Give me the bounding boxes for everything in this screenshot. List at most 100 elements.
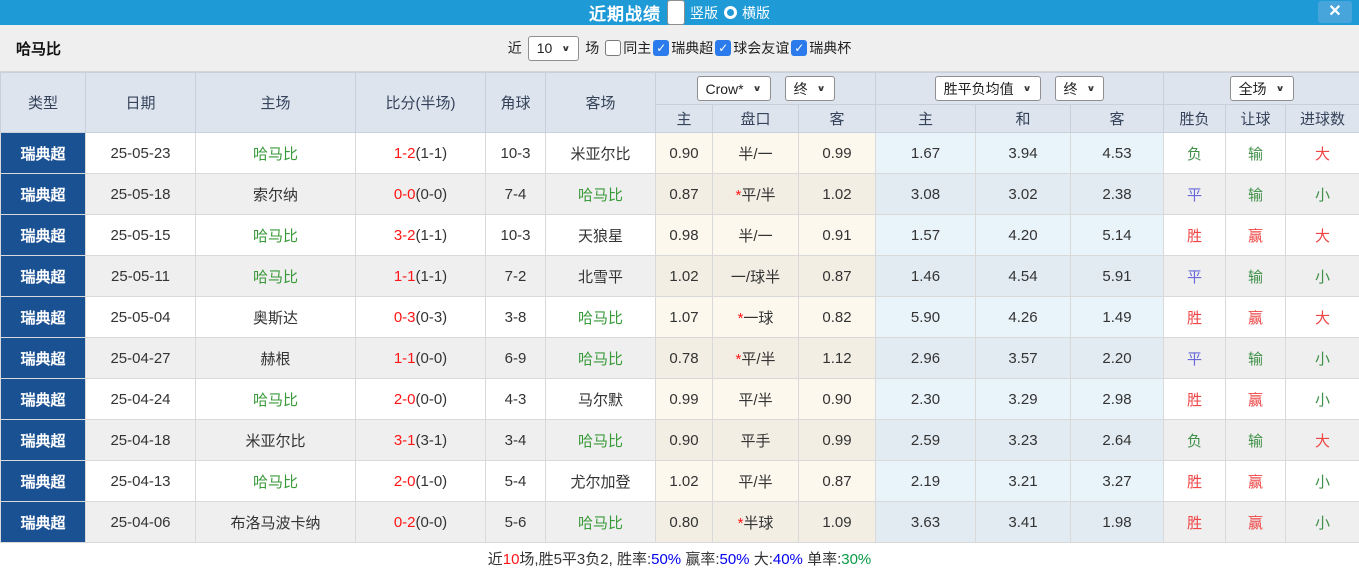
sub-header-result: 胜负 [1164, 105, 1226, 133]
odds-provider-select[interactable]: Crow* ∨ [697, 76, 771, 101]
radio-selected-icon[interactable] [667, 0, 685, 25]
home-team-cell: 索尔纳 [196, 174, 356, 215]
date-cell: 25-05-18 [86, 174, 196, 215]
handicap-cell: *一球 [713, 297, 799, 338]
table-row: 瑞典超25-04-13哈马比2-0(1-0)5-4尤尔加登1.02平/半0.87… [1, 461, 1359, 502]
goals-result-cell: 大 [1286, 133, 1359, 174]
chevron-down-icon: ∨ [817, 84, 826, 94]
score-cell: 3-1(3-1) [356, 420, 486, 461]
radio-vertical-layout[interactable]: 竖版 [667, 0, 718, 25]
checkbox-checked-icon[interactable]: ✓ [715, 40, 731, 56]
score-cell: 1-1(0-0) [356, 338, 486, 379]
away-team-cell: 北雪平 [546, 256, 656, 297]
avg-draw-cell: 3.57 [976, 338, 1071, 379]
half-time-score: (1-1) [416, 145, 448, 162]
filter-bar: 哈马比 近 10 ∨ 场 同主✓瑞典超✓球会友谊✓瑞典杯 [0, 25, 1359, 72]
avg-draw-cell: 3.21 [976, 461, 1071, 502]
checkbox-label: 瑞典杯 [809, 38, 851, 58]
avg-stage-value: 终 [1064, 79, 1078, 99]
avg-type-select[interactable]: 胜平负均值 ∨ [935, 76, 1041, 101]
avg-home-cell: 1.67 [876, 133, 976, 174]
odds-stage-value: 终 [794, 79, 808, 99]
scope-select[interactable]: 全场 ∨ [1230, 76, 1294, 101]
avg-draw-cell: 3.02 [976, 174, 1071, 215]
half-time-score: (0-0) [416, 350, 448, 367]
date-cell: 25-05-23 [86, 133, 196, 174]
avg-draw-cell: 3.94 [976, 133, 1071, 174]
league-cell: 瑞典超 [1, 297, 86, 338]
odds-home-cell: 0.99 [656, 379, 713, 420]
recent-results-panel: 近期战绩 竖版 横版 ✕ 哈马比 近 10 ∨ 场 同主✓瑞典超✓球会友谊✓瑞典… [0, 0, 1359, 573]
half-time-score: (1-0) [416, 473, 448, 490]
half-time-score: (3-1) [416, 432, 448, 449]
half-time-score: (0-0) [416, 514, 448, 531]
checkbox-checked-icon[interactable]: ✓ [653, 40, 669, 56]
odds-home-cell: 1.07 [656, 297, 713, 338]
match-count-select[interactable]: 10 ∨ [528, 36, 580, 61]
avg-home-cell: 5.90 [876, 297, 976, 338]
avg-home-cell: 3.08 [876, 174, 976, 215]
filter-checkbox-2[interactable]: ✓球会友谊 [715, 38, 789, 58]
summary-segment: 单率: [803, 551, 841, 568]
chevron-down-icon: ∨ [561, 43, 570, 53]
corner-cell: 5-6 [486, 502, 546, 543]
date-cell: 25-04-27 [86, 338, 196, 379]
summary-segment: 大: [750, 551, 773, 568]
home-team-cell: 哈马比 [196, 133, 356, 174]
odds-away-cell: 0.91 [799, 215, 876, 256]
home-team-cell: 哈马比 [196, 215, 356, 256]
home-team-cell: 赫根 [196, 338, 356, 379]
summary-bar: 近10场,胜5平3负2, 胜率:50% 赢率:50% 大:40% 单率:30% [0, 543, 1359, 573]
avg-stage-select[interactable]: 终 ∨ [1055, 76, 1105, 101]
summary-segment: 赢率: [681, 551, 719, 568]
checkbox-checked-icon[interactable]: ✓ [791, 40, 807, 56]
odds-home-cell: 1.02 [656, 256, 713, 297]
avg-away-cell: 1.49 [1071, 297, 1164, 338]
filter-checkbox-0[interactable]: 同主 [605, 38, 651, 58]
close-button[interactable]: ✕ [1318, 1, 1352, 23]
avg-away-cell: 1.98 [1071, 502, 1164, 543]
full-time-score: 0-3 [394, 309, 416, 326]
date-cell: 25-04-24 [86, 379, 196, 420]
score-cell: 2-0(1-0) [356, 461, 486, 502]
checkbox-label: 瑞典超 [671, 38, 713, 58]
radio-unselected-icon[interactable] [724, 6, 737, 19]
avg-away-cell: 4.53 [1071, 133, 1164, 174]
scope-group-header: 全场 ∨ [1164, 73, 1359, 105]
corner-cell: 10-3 [486, 133, 546, 174]
half-time-score: (1-1) [416, 227, 448, 244]
full-time-score: 3-2 [394, 227, 416, 244]
goals-result-cell: 大 [1286, 420, 1359, 461]
col-header-corner: 角球 [486, 73, 546, 133]
handicap-cell: *平/半 [713, 174, 799, 215]
odds-home-cell: 0.98 [656, 215, 713, 256]
radio-horizontal-layout[interactable]: 横版 [724, 3, 770, 23]
odds-stage-select[interactable]: 终 ∨ [785, 76, 835, 101]
league-cell: 瑞典超 [1, 256, 86, 297]
odds-away-cell: 0.90 [799, 379, 876, 420]
away-team-cell: 米亚尔比 [546, 133, 656, 174]
result-cell: 平 [1164, 174, 1226, 215]
goals-result-cell: 小 [1286, 502, 1359, 543]
odds-away-cell: 0.87 [799, 256, 876, 297]
star-marker: * [738, 515, 744, 532]
score-cell: 1-2(1-1) [356, 133, 486, 174]
odds-away-cell: 0.87 [799, 461, 876, 502]
let-result-cell: 赢 [1226, 502, 1286, 543]
result-cell: 胜 [1164, 297, 1226, 338]
result-cell: 胜 [1164, 379, 1226, 420]
corner-cell: 7-2 [486, 256, 546, 297]
filter-checkbox-1[interactable]: ✓瑞典超 [653, 38, 713, 58]
avg-away-cell: 5.91 [1071, 256, 1164, 297]
league-cell: 瑞典超 [1, 133, 86, 174]
sub-header-let: 让球 [1226, 105, 1286, 133]
checkbox-unchecked-icon[interactable] [605, 40, 621, 56]
goals-result-cell: 大 [1286, 215, 1359, 256]
corner-cell: 5-4 [486, 461, 546, 502]
col-header-date: 日期 [86, 73, 196, 133]
avg-group-header: 胜平负均值 ∨ 终 ∨ [876, 73, 1164, 105]
filter-checkbox-3[interactable]: ✓瑞典杯 [791, 38, 851, 58]
full-time-score: 1-2 [394, 145, 416, 162]
full-time-score: 0-0 [394, 186, 416, 203]
league-cell: 瑞典超 [1, 461, 86, 502]
